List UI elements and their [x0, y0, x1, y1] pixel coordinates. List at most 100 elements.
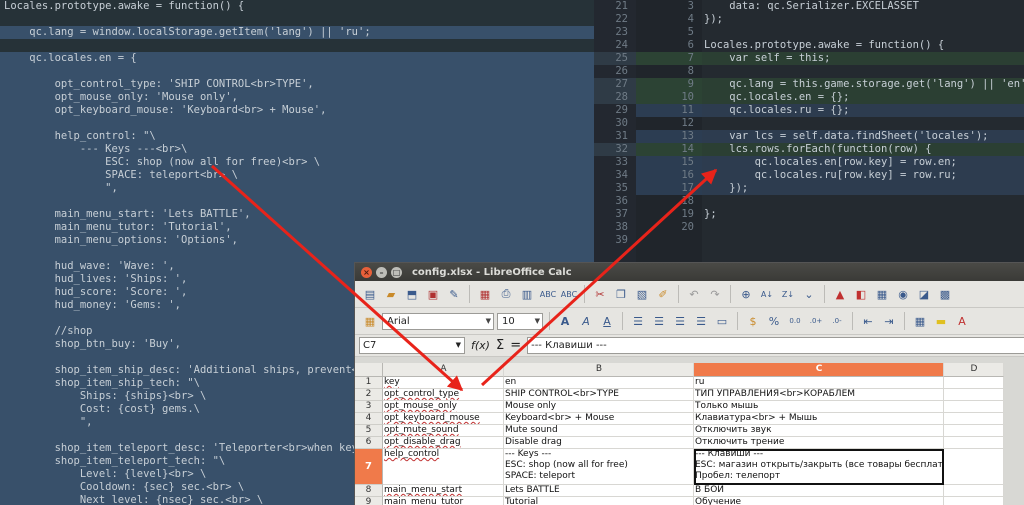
background-color-icon[interactable]: ▬ [932, 312, 950, 330]
libreoffice-calc-window[interactable]: × – □ config.xlsx - LibreOffice Calc ▤ ▰… [354, 262, 1024, 505]
gallery-icon[interactable]: ◪ [915, 285, 933, 303]
export-pdf-icon[interactable]: ▣ [424, 285, 442, 303]
select-all-corner[interactable] [355, 363, 383, 377]
cell-key[interactable]: opt_mute_sound [383, 425, 504, 437]
maximize-icon[interactable]: □ [391, 266, 402, 278]
cell-key[interactable]: key [383, 377, 504, 389]
cell-empty[interactable] [944, 389, 1004, 401]
increase-indent-icon[interactable]: ⇥ [880, 312, 898, 330]
row-header[interactable]: 5 [355, 425, 383, 437]
cell-ru[interactable]: Только мышь [694, 401, 944, 413]
row-header[interactable]: 1 [355, 377, 383, 389]
formula-icon[interactable]: = [510, 338, 521, 353]
cut-icon[interactable]: ✂ [591, 285, 609, 303]
row-header[interactable]: 7 [355, 449, 383, 485]
sort-descending-icon[interactable]: Z↓ [779, 285, 797, 303]
save-icon[interactable]: ⬒ [403, 285, 421, 303]
borders-icon[interactable]: ▦ [911, 312, 929, 330]
cell-en[interactable]: --- Keys --- ESC: shop (now all for free)… [504, 449, 694, 485]
cell-ru-selected[interactable]: --- Клавиши --- ESC: магазин открыть/закр… [694, 449, 944, 485]
chevron-down-icon[interactable]: ▼ [486, 317, 491, 325]
cell-empty[interactable] [944, 437, 1004, 449]
align-left-icon[interactable]: ☰ [629, 312, 647, 330]
formula-input[interactable]: --- Клавиши --- [527, 337, 1024, 354]
column-header-b[interactable]: B [504, 363, 694, 377]
row-header[interactable]: 2 [355, 389, 383, 401]
cell-en[interactable]: Lets BATTLE [504, 485, 694, 497]
justify-icon[interactable]: ☰ [692, 312, 710, 330]
navigator-icon[interactable]: ◉ [894, 285, 912, 303]
insert-chart-icon[interactable]: ◧ [852, 285, 870, 303]
cell-en[interactable]: Mute sound [504, 425, 694, 437]
datasources-icon[interactable]: ▩ [936, 285, 954, 303]
cell-key[interactable]: main_menu_start [383, 485, 504, 497]
align-center-icon[interactable]: ☰ [650, 312, 668, 330]
cell-key[interactable]: main_menu_tutor [383, 497, 504, 505]
cell-en[interactable]: Disable drag [504, 437, 694, 449]
cell-ru[interactable]: Отключить звук [694, 425, 944, 437]
cell-en[interactable]: SHIP CONTROL<br>TYPE [504, 389, 694, 401]
pivot-table-icon[interactable]: ▦ [873, 285, 891, 303]
cell-key[interactable]: opt_disable_drag [383, 437, 504, 449]
paste-icon[interactable]: ▧ [633, 285, 651, 303]
cell-empty[interactable] [944, 401, 1004, 413]
hyperlink-icon[interactable]: ⊕ [737, 285, 755, 303]
chevron-down-icon[interactable]: ▼ [535, 317, 540, 325]
cell-key[interactable]: opt_control_type [383, 389, 504, 401]
autofilter-icon[interactable]: ⌄ [800, 285, 818, 303]
row-header[interactable]: 4 [355, 413, 383, 425]
sort-ascending-icon[interactable]: A↓ [758, 285, 776, 303]
cell-ru[interactable]: ru [694, 377, 944, 389]
font-color-icon[interactable]: A [953, 312, 971, 330]
sum-icon[interactable]: Σ [496, 338, 504, 353]
window-titlebar[interactable]: × – □ config.xlsx - LibreOffice Calc [355, 263, 1024, 281]
right-code-area[interactable]: data: qc.Serializer.EXCELASSET}); Locales… [702, 0, 1024, 247]
delete-decimal-icon[interactable]: .0- [828, 312, 846, 330]
row-header[interactable]: 6 [355, 437, 383, 449]
copy-icon[interactable]: ❐ [612, 285, 630, 303]
cell-key[interactable]: opt_mouse_only [383, 401, 504, 413]
row-header[interactable]: 8 [355, 485, 383, 497]
row-header[interactable]: 3 [355, 401, 383, 413]
font-size-field[interactable]: 10 ▼ [497, 312, 543, 330]
new-document-icon[interactable]: ▤ [361, 285, 379, 303]
styles-icon[interactable]: ▦ [361, 312, 379, 330]
edit-mode-icon[interactable]: ✎ [445, 285, 463, 303]
cell-en[interactable]: Mouse only [504, 401, 694, 413]
cell-key[interactable]: help_control [383, 449, 504, 485]
cell-ru[interactable]: Клавиатура<br> + Мышь [694, 413, 944, 425]
clone-format-icon[interactable]: ✐ [654, 285, 672, 303]
spellcheck-icon[interactable]: ABC [539, 285, 557, 303]
pdf-icon[interactable]: ▦ [476, 285, 494, 303]
cell-en[interactable]: Tutorial [504, 497, 694, 505]
open-folder-icon[interactable]: ▰ [382, 285, 400, 303]
cell-ru[interactable]: Обучение [694, 497, 944, 505]
chevron-down-icon[interactable]: ▼ [456, 338, 461, 353]
autospell-icon[interactable]: ABC [560, 285, 578, 303]
align-right-icon[interactable]: ☰ [671, 312, 689, 330]
cell-ru[interactable]: Отключить трение [694, 437, 944, 449]
cell-en[interactable]: en [504, 377, 694, 389]
cell-empty[interactable] [944, 377, 1004, 389]
cell-ru[interactable]: В БОЙ [694, 485, 944, 497]
print-preview-icon[interactable]: ▥ [518, 285, 536, 303]
font-name-field[interactable]: Arial ▼ [382, 312, 494, 330]
merge-cells-icon[interactable]: ▭ [713, 312, 731, 330]
cell-empty[interactable] [944, 413, 1004, 425]
cell-empty[interactable] [944, 425, 1004, 437]
underline-icon[interactable]: A [598, 312, 616, 330]
function-wizard-icon[interactable]: f(x) [471, 339, 490, 352]
column-header-a[interactable]: A [383, 363, 504, 377]
row-header[interactable]: 9 [355, 497, 383, 505]
undo-icon[interactable]: ↶ [685, 285, 703, 303]
decrease-indent-icon[interactable]: ⇤ [859, 312, 877, 330]
cell-ru[interactable]: ТИП УПРАВЛЕНИЯ<br>КОРАБЛЕМ [694, 389, 944, 401]
cell-empty[interactable] [944, 485, 1004, 497]
currency-icon[interactable]: $ [744, 312, 762, 330]
spreadsheet-grid[interactable]: A B C D 1 key en ru 2 opt_control_type SHIP CONTRO… [355, 363, 1024, 505]
cell-empty[interactable] [944, 497, 1004, 505]
cell-key[interactable]: opt_keyboard_mouse [383, 413, 504, 425]
cell-en[interactable]: Keyboard<br> + Mouse [504, 413, 694, 425]
bold-icon[interactable]: A [556, 312, 574, 330]
column-header-d[interactable]: D [944, 363, 1004, 377]
